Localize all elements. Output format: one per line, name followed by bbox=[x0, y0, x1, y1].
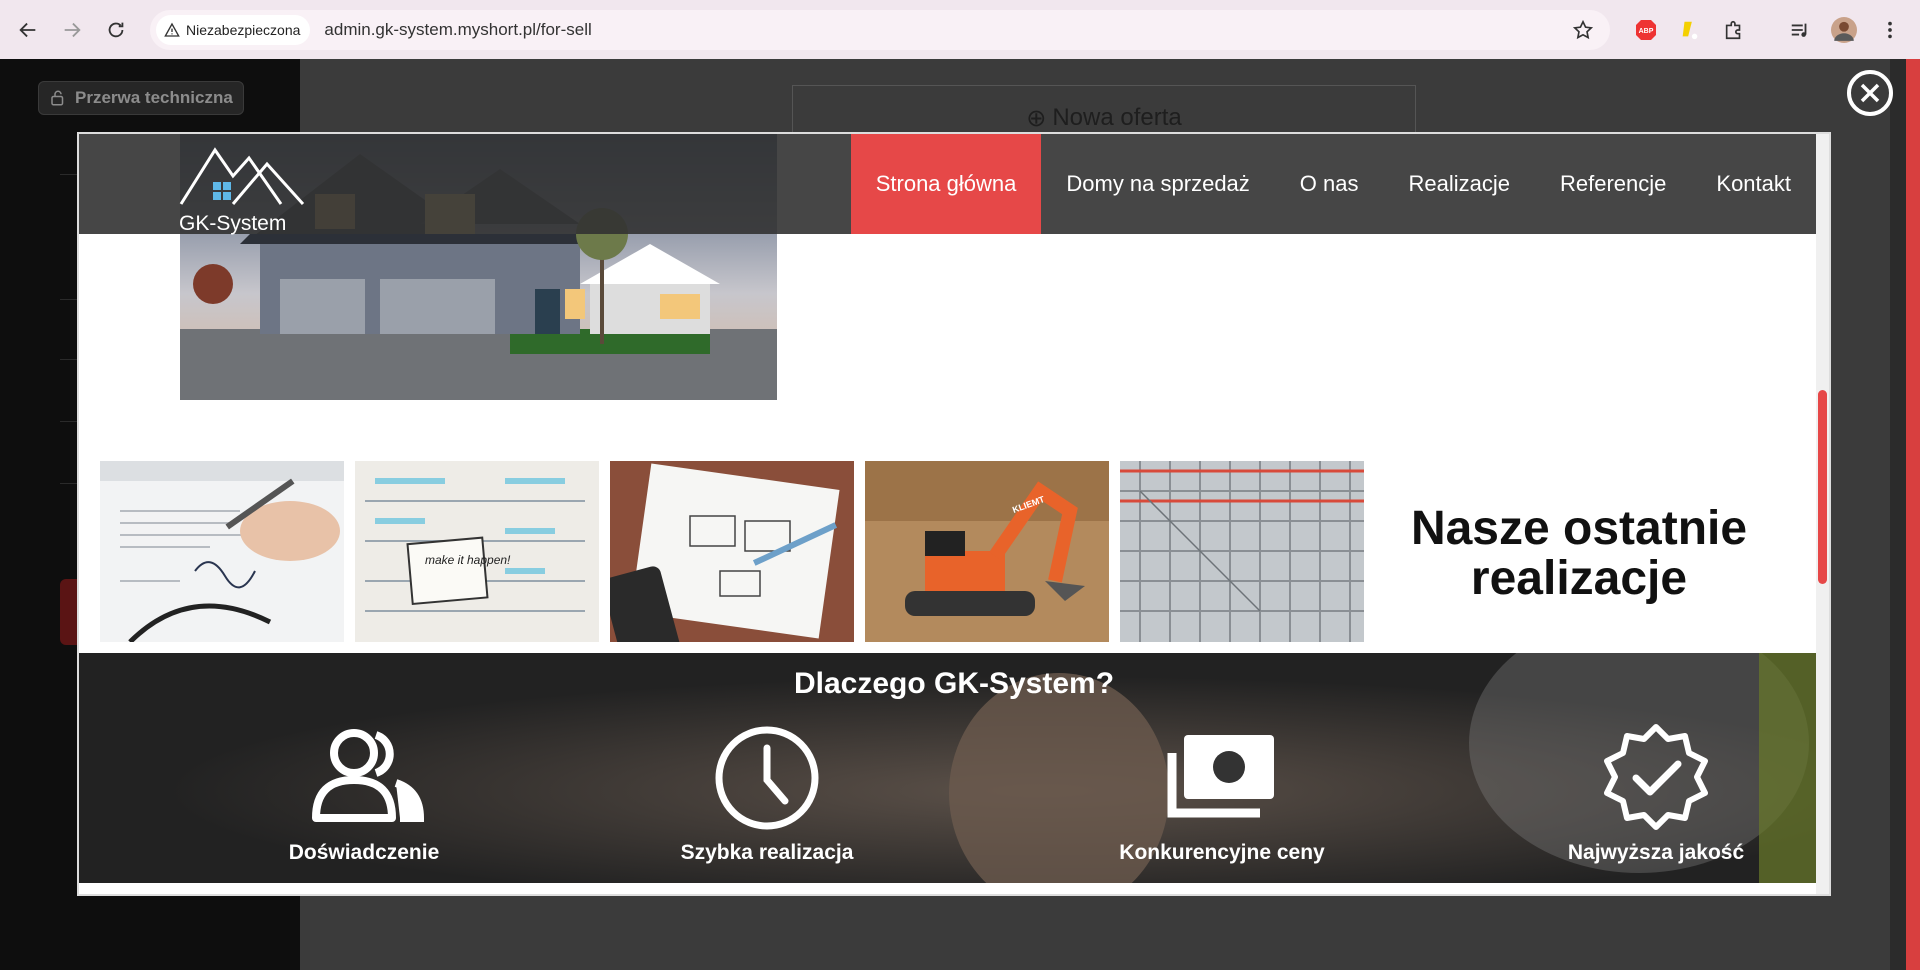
why-heading: Dlaczego GK-System? bbox=[793, 667, 1115, 700]
clock-icon bbox=[715, 726, 819, 830]
feature-experience: Doświadczenie bbox=[224, 723, 504, 865]
preview-scrollbar[interactable] bbox=[1816, 134, 1829, 894]
section-separator bbox=[79, 883, 1829, 894]
browser-menu-icon[interactable] bbox=[1876, 16, 1904, 44]
extensions-puzzle-icon[interactable] bbox=[1720, 16, 1748, 44]
feature-highest-quality-label: Najwyższa jakość bbox=[1567, 841, 1745, 864]
sketch-notebook-photo[interactable] bbox=[610, 461, 854, 642]
nav-contact[interactable]: Kontakt bbox=[1691, 134, 1816, 234]
excavator-photo[interactable]: KLIEMT bbox=[865, 461, 1109, 642]
back-arrow-icon bbox=[19, 22, 36, 37]
realizations-gallery: make it happen! KLIEMT bbox=[100, 461, 1364, 642]
page-scrollbar-thumb[interactable] bbox=[1906, 59, 1920, 970]
logo-text: GK-System bbox=[179, 212, 287, 235]
url-text[interactable]: admin.gk-system.myshort.pl/for-sell bbox=[324, 20, 591, 40]
scaffolding-photo[interactable] bbox=[1120, 461, 1364, 642]
nav-about[interactable]: O nas bbox=[1275, 134, 1384, 234]
plus-circle-icon: ⊕ bbox=[1026, 105, 1047, 132]
site-preview-modal: Strona główna Domy na sprzedaż O nas Rea… bbox=[79, 134, 1829, 894]
nav-houses-for-sale[interactable]: Domy na sprzedaż bbox=[1041, 134, 1274, 234]
site-logo[interactable]: GK-System bbox=[177, 140, 307, 235]
page-scrollbar[interactable] bbox=[1890, 59, 1920, 970]
users-icon bbox=[312, 729, 424, 822]
money-icon bbox=[1167, 735, 1274, 818]
address-bar[interactable]: Niezabezpieczona admin.gk-system.myshort… bbox=[150, 10, 1610, 50]
profile-avatar[interactable] bbox=[1830, 16, 1858, 44]
security-chip[interactable]: Niezabezpieczona bbox=[156, 15, 311, 45]
svg-text:ABP: ABP bbox=[1639, 28, 1654, 35]
warning-icon bbox=[164, 22, 180, 37]
feature-fast-realization-label: Szybka realizacja bbox=[680, 841, 854, 864]
nav-references[interactable]: Referencje bbox=[1535, 134, 1691, 234]
site-navbar: Strona główna Domy na sprzedaż O nas Rea… bbox=[79, 134, 1816, 234]
nav-home[interactable]: Strona główna bbox=[850, 134, 1042, 234]
notebook-text: make it happen! bbox=[425, 553, 511, 567]
notebook-make-it-happen-photo[interactable]: make it happen! bbox=[355, 461, 599, 642]
feature-fast-realization: Szybka realizacja bbox=[627, 723, 907, 865]
signature-photo[interactable] bbox=[100, 461, 344, 642]
browser-toolbar: Niezabezpieczona admin.gk-system.myshort… bbox=[0, 0, 1920, 59]
close-preview-button[interactable] bbox=[1847, 70, 1893, 116]
feature-competitive-prices: Konkurencyjne ceny bbox=[1082, 723, 1362, 865]
reload-icon bbox=[108, 22, 124, 37]
forward-arrow-icon bbox=[64, 22, 81, 37]
security-label: Niezabezpieczona bbox=[186, 22, 301, 38]
back-button[interactable] bbox=[8, 10, 48, 50]
maintenance-button[interactable]: Przerwa techniczna bbox=[38, 81, 244, 115]
media-controls-icon[interactable] bbox=[1786, 16, 1814, 44]
new-offer-label: Nowa oferta bbox=[1052, 104, 1182, 131]
house-logo-icon bbox=[179, 147, 305, 206]
realizations-heading: Nasze ostatnie realizacje bbox=[1339, 504, 1819, 604]
close-icon bbox=[1860, 83, 1880, 103]
feature-competitive-prices-label: Konkurencyjne ceny bbox=[1119, 841, 1325, 864]
feature-experience-label: Doświadczenie bbox=[288, 841, 440, 864]
quality-badge-icon bbox=[1604, 724, 1708, 830]
feature-highest-quality: Najwyższa jakość bbox=[1516, 723, 1796, 865]
realizations-heading-line1: Nasze ostatnie bbox=[1410, 502, 1748, 555]
reload-button[interactable] bbox=[96, 10, 136, 50]
preview-scrollbar-thumb[interactable] bbox=[1818, 390, 1827, 584]
unlock-icon bbox=[51, 90, 64, 106]
forward-button[interactable] bbox=[52, 10, 92, 50]
why-section: Dlaczego GK-System? Doświadczenie Szybka… bbox=[79, 653, 1816, 883]
maintenance-label: Przerwa techniczna bbox=[75, 88, 233, 107]
realizations-heading-line2: realizacje bbox=[1470, 552, 1688, 605]
extension-icon[interactable] bbox=[1676, 16, 1704, 44]
bookmark-star-icon[interactable] bbox=[1572, 19, 1594, 41]
adblock-extension-icon[interactable]: ABP bbox=[1632, 16, 1660, 44]
nav-realizations[interactable]: Realizacje bbox=[1384, 134, 1536, 234]
